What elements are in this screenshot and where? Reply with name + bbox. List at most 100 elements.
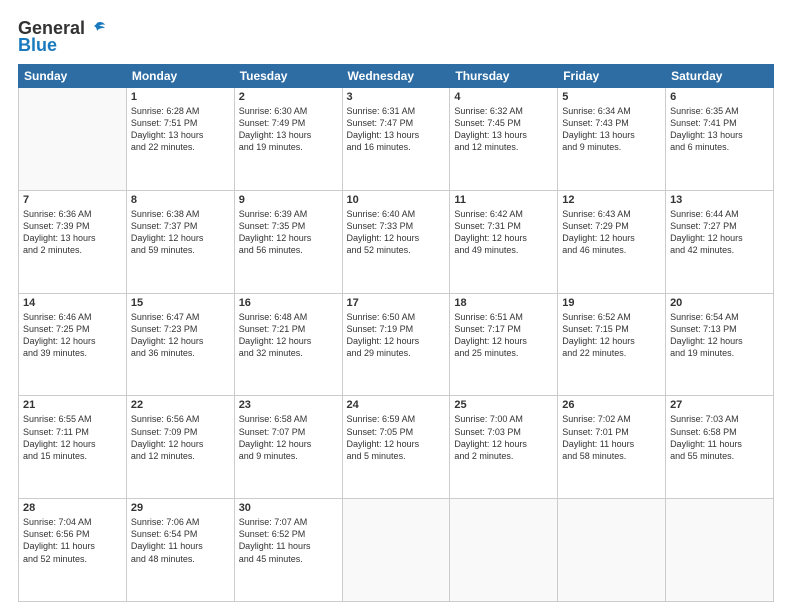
day-number: 6 (670, 91, 769, 103)
calendar-cell: 16 Sunrise: 6:48 AM Sunset: 7:21 PM Dayli… (234, 293, 342, 396)
day-number: 1 (131, 91, 230, 103)
weekday-header-thursday: Thursday (450, 65, 558, 88)
day-number: 18 (454, 297, 553, 309)
day-number: 24 (347, 399, 446, 411)
day-number: 25 (454, 399, 553, 411)
day-info: Sunrise: 6:44 AM Sunset: 7:27 PM Dayligh… (670, 208, 769, 257)
calendar-cell: 1 Sunrise: 6:28 AM Sunset: 7:51 PM Daylig… (126, 88, 234, 191)
week-row-1: 7 Sunrise: 6:36 AM Sunset: 7:39 PM Daylig… (19, 190, 774, 293)
day-number: 15 (131, 297, 230, 309)
day-number: 7 (23, 194, 122, 206)
week-row-0: 1 Sunrise: 6:28 AM Sunset: 7:51 PM Daylig… (19, 88, 774, 191)
day-number: 10 (347, 194, 446, 206)
day-number: 26 (562, 399, 661, 411)
day-number: 4 (454, 91, 553, 103)
calendar-cell (666, 499, 774, 602)
week-row-3: 21 Sunrise: 6:55 AM Sunset: 7:11 PM Dayli… (19, 396, 774, 499)
day-info: Sunrise: 6:30 AM Sunset: 7:49 PM Dayligh… (239, 105, 338, 154)
calendar-cell (558, 499, 666, 602)
calendar-cell: 5Sunrise: 6:34 AM Sunset: 7:43 PM Daylig… (558, 88, 666, 191)
day-info: Sunrise: 6:36 AM Sunset: 7:39 PM Dayligh… (23, 208, 122, 257)
calendar-cell: 15Sunrise: 6:47 AM Sunset: 7:23 PM Dayli… (126, 293, 234, 396)
day-info: Sunrise: 6:55 AM Sunset: 7:11 PM Dayligh… (23, 413, 122, 462)
calendar-cell (450, 499, 558, 602)
weekday-header-row: SundayMondayTuesdayWednesdayThursdayFrid… (19, 65, 774, 88)
weekday-header-tuesday: Tuesday (234, 65, 342, 88)
day-info: Sunrise: 7:00 AM Sunset: 7:03 PM Dayligh… (454, 413, 553, 462)
day-info: Sunrise: 6:35 AM Sunset: 7:41 PM Dayligh… (670, 105, 769, 154)
calendar-cell: 17 Sunrise: 6:50 AM Sunset: 7:19 PM Dayli… (342, 293, 450, 396)
day-number: 8 (131, 194, 230, 206)
calendar-cell: 20 Sunrise: 6:54 AM Sunset: 7:13 PM Dayli… (666, 293, 774, 396)
calendar-cell: 4 Sunrise: 6:32 AM Sunset: 7:45 PM Daylig… (450, 88, 558, 191)
day-info: Sunrise: 6:28 AM Sunset: 7:51 PM Dayligh… (131, 105, 230, 154)
day-info: Sunrise: 6:56 AM Sunset: 7:09 PM Dayligh… (131, 413, 230, 462)
calendar-cell: 26 Sunrise: 7:02 AM Sunset: 7:01 PM Dayli… (558, 396, 666, 499)
logo-bird-icon (87, 19, 107, 39)
weekday-header-saturday: Saturday (666, 65, 774, 88)
day-number: 9 (239, 194, 338, 206)
calendar-cell: 14 Sunrise: 6:46 AM Sunset: 7:25 PM Dayli… (19, 293, 127, 396)
day-info: Sunrise: 7:03 AM Sunset: 6:58 PM Dayligh… (670, 413, 769, 462)
day-number: 27 (670, 399, 769, 411)
day-number: 17 (347, 297, 446, 309)
weekday-header-wednesday: Wednesday (342, 65, 450, 88)
day-info: Sunrise: 6:40 AM Sunset: 7:33 PM Dayligh… (347, 208, 446, 257)
calendar-cell: 10 Sunrise: 6:40 AM Sunset: 7:33 PM Dayli… (342, 190, 450, 293)
day-number: 28 (23, 502, 122, 514)
calendar-cell: 30Sunrise: 7:07 AM Sunset: 6:52 PM Dayli… (234, 499, 342, 602)
day-number: 22 (131, 399, 230, 411)
day-number: 3 (347, 91, 446, 103)
day-info: Sunrise: 6:43 AM Sunset: 7:29 PM Dayligh… (562, 208, 661, 257)
day-info: Sunrise: 6:32 AM Sunset: 7:45 PM Dayligh… (454, 105, 553, 154)
week-row-2: 14 Sunrise: 6:46 AM Sunset: 7:25 PM Dayli… (19, 293, 774, 396)
day-info: Sunrise: 7:06 AM Sunset: 6:54 PM Dayligh… (131, 516, 230, 565)
calendar-cell: 25 Sunrise: 7:00 AM Sunset: 7:03 PM Dayli… (450, 396, 558, 499)
calendar-cell: 7 Sunrise: 6:36 AM Sunset: 7:39 PM Daylig… (19, 190, 127, 293)
calendar-cell: 6 Sunrise: 6:35 AM Sunset: 7:41 PM Daylig… (666, 88, 774, 191)
day-info: Sunrise: 6:39 AM Sunset: 7:35 PM Dayligh… (239, 208, 338, 257)
page: General Blue SundayMondayTuesdayWednesda… (0, 0, 792, 612)
calendar-cell: 24 Sunrise: 6:59 AM Sunset: 7:05 PM Dayli… (342, 396, 450, 499)
calendar-cell: 18 Sunrise: 6:51 AM Sunset: 7:17 PM Dayli… (450, 293, 558, 396)
day-info: Sunrise: 6:42 AM Sunset: 7:31 PM Dayligh… (454, 208, 553, 257)
day-info: Sunrise: 6:31 AM Sunset: 7:47 PM Dayligh… (347, 105, 446, 154)
day-number: 2 (239, 91, 338, 103)
calendar-cell: 23 Sunrise: 6:58 AM Sunset: 7:07 PM Dayli… (234, 396, 342, 499)
calendar-cell: 21 Sunrise: 6:55 AM Sunset: 7:11 PM Dayli… (19, 396, 127, 499)
weekday-header-friday: Friday (558, 65, 666, 88)
calendar-cell (342, 499, 450, 602)
calendar-cell: 22 Sunrise: 6:56 AM Sunset: 7:09 PM Dayli… (126, 396, 234, 499)
day-number: 16 (239, 297, 338, 309)
day-info: Sunrise: 6:59 AM Sunset: 7:05 PM Dayligh… (347, 413, 446, 462)
day-info: Sunrise: 6:52 AM Sunset: 7:15 PM Dayligh… (562, 311, 661, 360)
weekday-header-monday: Monday (126, 65, 234, 88)
day-number: 12 (562, 194, 661, 206)
day-number: 14 (23, 297, 122, 309)
calendar-cell: 27 Sunrise: 7:03 AM Sunset: 6:58 PM Dayli… (666, 396, 774, 499)
calendar-cell: 28 Sunrise: 7:04 AM Sunset: 6:56 PM Dayli… (19, 499, 127, 602)
day-info: Sunrise: 6:38 AM Sunset: 7:37 PM Dayligh… (131, 208, 230, 257)
day-number: 23 (239, 399, 338, 411)
day-number: 29 (131, 502, 230, 514)
day-number: 21 (23, 399, 122, 411)
day-info: Sunrise: 6:50 AM Sunset: 7:19 PM Dayligh… (347, 311, 446, 360)
day-number: 13 (670, 194, 769, 206)
day-info: Sunrise: 6:48 AM Sunset: 7:21 PM Dayligh… (239, 311, 338, 360)
week-row-4: 28 Sunrise: 7:04 AM Sunset: 6:56 PM Dayli… (19, 499, 774, 602)
calendar-table: SundayMondayTuesdayWednesdayThursdayFrid… (18, 64, 774, 602)
day-info: Sunrise: 7:02 AM Sunset: 7:01 PM Dayligh… (562, 413, 661, 462)
day-info: Sunrise: 6:46 AM Sunset: 7:25 PM Dayligh… (23, 311, 122, 360)
calendar-cell (19, 88, 127, 191)
day-number: 20 (670, 297, 769, 309)
day-number: 11 (454, 194, 553, 206)
day-info: Sunrise: 6:54 AM Sunset: 7:13 PM Dayligh… (670, 311, 769, 360)
day-info: Sunrise: 7:04 AM Sunset: 6:56 PM Dayligh… (23, 516, 122, 565)
logo: General Blue (18, 18, 107, 56)
day-info: Sunrise: 6:51 AM Sunset: 7:17 PM Dayligh… (454, 311, 553, 360)
calendar-cell: 12 Sunrise: 6:43 AM Sunset: 7:29 PM Dayli… (558, 190, 666, 293)
calendar-cell: 9 Sunrise: 6:39 AM Sunset: 7:35 PM Daylig… (234, 190, 342, 293)
calendar-cell: 13 Sunrise: 6:44 AM Sunset: 7:27 PM Dayli… (666, 190, 774, 293)
day-info: Sunrise: 6:34 AM Sunset: 7:43 PM Dayligh… (562, 105, 661, 154)
day-info: Sunrise: 6:58 AM Sunset: 7:07 PM Dayligh… (239, 413, 338, 462)
